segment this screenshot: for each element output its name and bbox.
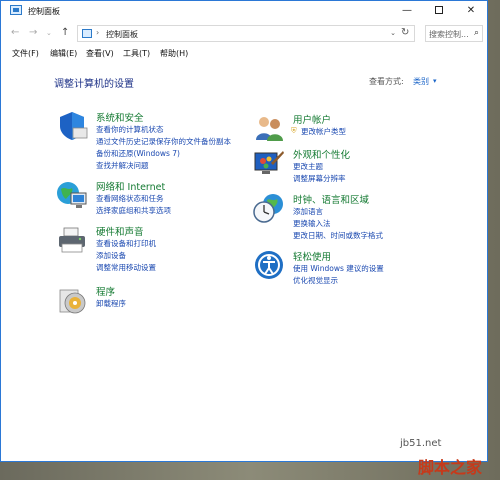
category-network: 网络和 Internet 查看网络状态和任务 选择家庭组和共享选项 xyxy=(56,179,256,219)
address-bar[interactable]: › 控制面板 ⌄ xyxy=(77,25,415,42)
title-bar[interactable]: 控制面板 — ✕ xyxy=(1,1,487,21)
watermark-site: jb51.net xyxy=(400,438,442,449)
programs-disc-icon xyxy=(59,289,86,314)
menu-bar: 文件(F) 编辑(E) 查看(V) 工具(T) 帮助(H) xyxy=(1,46,487,62)
search-input[interactable]: 搜索控制... ⌕ xyxy=(425,25,483,42)
window-title: 控制面板 xyxy=(28,7,60,16)
category-title[interactable]: 网络和 Internet xyxy=(96,179,165,193)
control-panel-icon xyxy=(82,29,92,38)
shield-icon xyxy=(60,112,88,140)
category-link[interactable]: 通过文件历史记录保存你的文件备份副本 xyxy=(96,136,231,147)
category-link[interactable]: 更改主题 xyxy=(293,161,323,172)
control-panel-icon xyxy=(10,5,22,15)
minimize-button[interactable]: — xyxy=(393,1,421,21)
close-button[interactable]: ✕ xyxy=(457,1,485,21)
appearance-icon xyxy=(254,151,284,174)
watermark-brand: 脚本之家 xyxy=(418,458,483,477)
menu-help[interactable]: 帮助(H) xyxy=(160,48,188,59)
up-arrow-icon[interactable]: ↑ xyxy=(61,27,69,38)
category-system-security: 系统和安全 查看你的计算机状态 通过文件历史记录保存你的文件备份副本 备份和还原… xyxy=(56,110,256,174)
category-title[interactable]: 用户帐户 xyxy=(293,112,331,126)
category-link[interactable]: 选择家庭组和共享选项 xyxy=(96,205,171,216)
category-link[interactable]: 添加设备 xyxy=(96,250,126,261)
category-title[interactable]: 系统和安全 xyxy=(96,110,144,124)
category-link[interactable]: 调整屏幕分辨率 xyxy=(293,173,346,184)
category-link[interactable]: 更换输入法 xyxy=(293,218,331,229)
search-icon[interactable]: ⌕ xyxy=(474,28,479,38)
category-link[interactable]: 查看设备和打印机 xyxy=(96,238,156,249)
category-programs: 程序 卸载程序 xyxy=(56,284,256,316)
recent-locations-chevron-icon[interactable]: ⌄ xyxy=(46,29,52,37)
category-link[interactable]: 优化视觉显示 xyxy=(293,275,338,286)
users-icon xyxy=(256,117,283,141)
menu-edit[interactable]: 编辑(E) xyxy=(50,48,77,59)
control-panel-window: 控制面板 — ✕ ← → ⌄ ↑ › 控制面板 ⌄ ↻ 搜索控制... ⌕ 文件… xyxy=(0,0,488,462)
printer-icon xyxy=(59,227,85,253)
clock-globe-icon xyxy=(253,194,283,223)
category-link[interactable]: 查找并解决问题 xyxy=(96,160,149,171)
menu-view[interactable]: 查看(V) xyxy=(86,48,114,59)
network-globe-icon xyxy=(57,182,87,208)
category-link[interactable]: 卸载程序 xyxy=(96,298,126,309)
maximize-icon xyxy=(435,6,443,14)
menu-tools[interactable]: 工具(T) xyxy=(123,48,150,59)
category-link[interactable]: 调整常用移动设置 xyxy=(96,262,156,273)
category-clock-language-region: 时钟、语言和区域 添加语言 更换输入法 更改日期、时间或数字格式 xyxy=(253,192,473,244)
page-title: 调整计算机的设置 xyxy=(54,79,134,90)
category-link[interactable]: 查看网络状态和任务 xyxy=(96,193,164,204)
category-appearance: 外观和个性化 更改主题 调整屏幕分辨率 xyxy=(253,147,453,187)
view-by-dropdown-icon[interactable]: ▾ xyxy=(433,77,437,85)
category-link[interactable]: 备份和还原(Windows 7) xyxy=(96,148,180,159)
category-title[interactable]: 轻松使用 xyxy=(293,249,331,263)
category-title[interactable]: 时钟、语言和区域 xyxy=(293,192,369,206)
view-by-label: 查看方式: xyxy=(369,77,404,86)
ease-of-access-icon xyxy=(255,251,283,279)
uac-shield-icon: ⛨ xyxy=(291,126,297,135)
address-dropdown-icon[interactable]: ⌄ xyxy=(390,29,396,37)
category-title[interactable]: 程序 xyxy=(96,284,115,298)
category-ease-of-access: 轻松使用 使用 Windows 建议的设置 优化视觉显示 xyxy=(253,249,453,289)
view-by-select[interactable]: 类别 xyxy=(413,76,429,87)
menu-file[interactable]: 文件(F) xyxy=(12,48,39,59)
back-arrow-icon[interactable]: ← xyxy=(11,27,19,38)
address-row: ← → ⌄ ↑ › 控制面板 ⌄ ↻ 搜索控制... ⌕ xyxy=(1,23,487,45)
category-user-accounts: 用户帐户 ⛨ 更改帐户类型 xyxy=(253,112,453,144)
category-link[interactable]: 查看你的计算机状态 xyxy=(96,124,164,135)
forward-arrow-icon[interactable]: → xyxy=(29,27,37,38)
category-title[interactable]: 硬件和声音 xyxy=(96,224,144,238)
breadcrumb-separator-icon[interactable]: › xyxy=(96,28,99,37)
category-link[interactable]: 更改日期、时间或数字格式 xyxy=(293,230,383,241)
category-hardware-sound: 硬件和声音 查看设备和打印机 添加设备 调整常用移动设置 xyxy=(56,224,256,276)
category-link[interactable]: 使用 Windows 建议的设置 xyxy=(293,263,384,274)
refresh-icon[interactable]: ↻ xyxy=(401,27,409,38)
category-link[interactable]: 更改帐户类型 xyxy=(301,126,346,137)
search-placeholder: 搜索控制... xyxy=(429,30,469,39)
category-title[interactable]: 外观和个性化 xyxy=(293,147,350,161)
category-link[interactable]: 添加语言 xyxy=(293,206,323,217)
breadcrumb[interactable]: 控制面板 xyxy=(106,29,138,40)
maximize-button[interactable] xyxy=(425,1,453,21)
